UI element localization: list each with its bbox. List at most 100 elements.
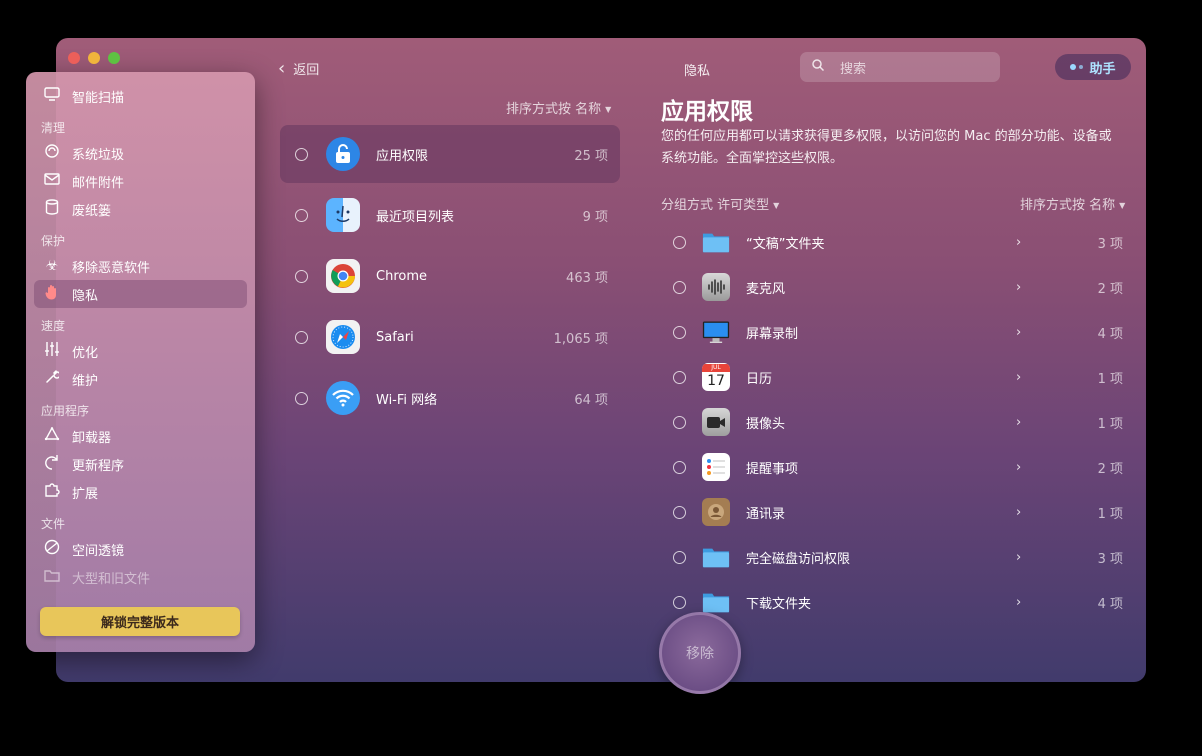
lock-icon <box>326 137 360 171</box>
minimize-window-button[interactable] <box>88 52 100 64</box>
assistant-icon <box>1070 64 1084 70</box>
app-name: Wi-Fi 网络 <box>376 392 438 408</box>
sidebar-item-optimization[interactable]: 优化 <box>34 337 247 365</box>
sidebar-item-trash[interactable]: 废纸篓 <box>34 195 247 223</box>
sidebar-item-label: 空间透镜 <box>72 543 125 559</box>
sidebar-section-protection: 保护 <box>41 234 66 248</box>
app-name: Chrome <box>376 268 427 284</box>
window-controls <box>68 52 120 64</box>
reminders-icon <box>702 453 730 481</box>
permission-count: 1 项 <box>1097 416 1123 432</box>
sidebar-item-updater[interactable]: 更新程序 <box>34 450 247 478</box>
permission-row[interactable]: 摄像头 › 1 项 <box>665 402 1131 442</box>
calendar-month: JUL <box>702 364 730 372</box>
app-count: 64 项 <box>574 392 608 408</box>
sidebar-item-large-old-files[interactable]: 大型和旧文件 <box>34 563 247 591</box>
sliders-icon <box>42 342 62 360</box>
permission-row[interactable]: 屏幕录制 › 4 项 <box>665 312 1131 352</box>
permission-row[interactable]: JUL 17 日历 › 1 项 <box>665 357 1131 397</box>
sidebar-section-speed: 速度 <box>41 319 66 333</box>
chevron-right-icon[interactable]: › <box>1016 370 1046 385</box>
sidebar-item-malware-removal[interactable]: ☣ 移除恶意软件 <box>34 252 247 280</box>
triangle-down-icon: ▼ <box>773 201 780 210</box>
permission-row[interactable]: 完全磁盘访问权限 › 3 项 <box>665 537 1131 577</box>
remove-button[interactable]: 移除 <box>659 612 741 694</box>
search-field[interactable]: 搜索 <box>800 52 1000 82</box>
space-lens-icon <box>42 539 62 559</box>
select-radio[interactable] <box>295 330 308 344</box>
sidebar-item-label: 智能扫描 <box>72 90 125 106</box>
sidebar-item-extensions[interactable]: 扩展 <box>34 478 247 506</box>
list-item[interactable]: Wi-Fi 网络 64 项 <box>280 369 620 427</box>
assistant-button[interactable]: 助手 <box>1055 54 1131 80</box>
group-by-dropdown[interactable]: 分组方式 许可类型 ▼ <box>661 194 779 213</box>
select-radio[interactable] <box>673 415 686 429</box>
sidebar-item-label: 更新程序 <box>72 458 125 474</box>
chevron-right-icon[interactable]: › <box>1016 460 1046 475</box>
select-radio[interactable] <box>673 370 686 384</box>
permission-row[interactable]: 提醒事项 › 2 项 <box>665 447 1131 487</box>
chevron-right-icon[interactable]: › <box>1016 280 1046 295</box>
permission-name: 摄像头 <box>746 416 786 432</box>
select-radio[interactable] <box>673 235 686 249</box>
permission-row[interactable]: 通讯录 › 1 项 <box>665 492 1131 532</box>
close-window-button[interactable] <box>68 52 80 64</box>
sidebar-item-label: 隐私 <box>72 288 99 304</box>
monitor-icon <box>42 87 62 105</box>
select-radio[interactable] <box>295 269 308 283</box>
chevron-right-icon[interactable]: › <box>1016 415 1046 430</box>
select-radio[interactable] <box>673 325 686 339</box>
permission-name: 提醒事项 <box>746 461 799 477</box>
permission-row[interactable]: 下载文件夹 › 4 项 <box>665 582 1131 622</box>
camera-icon <box>702 408 730 436</box>
sidebar-item-maintenance[interactable]: 维护 <box>34 365 247 393</box>
group-by-label: 分组方式 许可类型 <box>661 198 770 213</box>
sidebar-item-space-lens[interactable]: 空间透镜 <box>34 535 247 563</box>
chevron-right-icon[interactable]: › <box>1016 550 1046 565</box>
list-item[interactable]: Chrome 463 项 <box>280 247 620 305</box>
sort-dropdown[interactable]: 排序方式按 名称 ▼ <box>506 98 611 117</box>
safari-icon <box>326 320 360 354</box>
sidebar-item-privacy[interactable]: 隐私 <box>34 280 247 308</box>
zoom-window-button[interactable] <box>108 52 120 64</box>
chevron-right-icon[interactable]: › <box>1016 505 1046 520</box>
detail-sort-dropdown[interactable]: 排序方式按 名称 ▼ <box>1020 194 1125 213</box>
back-button[interactable]: ‹ 返回 <box>278 59 319 78</box>
sidebar-item-mail-attachments[interactable]: 邮件附件 <box>34 167 247 195</box>
permission-name: 日历 <box>746 371 773 387</box>
list-item[interactable]: 应用权限 25 项 <box>280 125 620 183</box>
list-item[interactable]: Safari 1,065 项 <box>280 308 620 366</box>
select-radio[interactable] <box>673 595 686 609</box>
sidebar-item-smart-scan[interactable]: 智能扫描 <box>34 82 247 110</box>
select-radio[interactable] <box>295 208 308 222</box>
folder-icon <box>702 228 730 256</box>
permission-row[interactable]: 麦克风 › 2 项 <box>665 267 1131 307</box>
sidebar-item-uninstaller[interactable]: 卸载器 <box>34 422 247 450</box>
permission-row[interactable]: “文稿”文件夹 › 3 项 <box>665 222 1131 262</box>
display-icon <box>702 318 730 346</box>
biohazard-icon: ☣ <box>45 258 59 274</box>
unlock-full-version-button[interactable]: 解锁完整版本 <box>40 607 240 636</box>
select-radio[interactable] <box>673 505 686 519</box>
chevron-right-icon[interactable]: › <box>1016 325 1046 340</box>
chevron-right-icon[interactable]: › <box>1016 235 1046 250</box>
sort-label: 排序方式按 名称 <box>1020 198 1116 213</box>
select-radio[interactable] <box>673 460 686 474</box>
list-item[interactable]: 最近项目列表 9 项 <box>280 186 620 244</box>
sidebar-item-label: 维护 <box>72 373 99 389</box>
mail-icon <box>42 173 62 189</box>
sidebar-item-system-junk[interactable]: 系统垃圾 <box>34 139 247 167</box>
sidebar-item-label: 移除恶意软件 <box>72 260 151 276</box>
permission-count: 4 项 <box>1097 326 1123 342</box>
select-radio[interactable] <box>295 391 308 405</box>
chevron-right-icon[interactable]: › <box>1016 595 1046 610</box>
updater-icon <box>42 454 62 474</box>
calendar-day: 17 <box>707 373 725 389</box>
assistant-label: 助手 <box>1089 61 1116 77</box>
select-radio[interactable] <box>673 280 686 294</box>
select-radio[interactable] <box>673 550 686 564</box>
permission-count: 1 项 <box>1097 371 1123 387</box>
select-radio[interactable] <box>295 147 308 161</box>
permission-count: 3 项 <box>1097 236 1123 252</box>
sort-label: 排序方式按 名称 <box>506 102 602 117</box>
